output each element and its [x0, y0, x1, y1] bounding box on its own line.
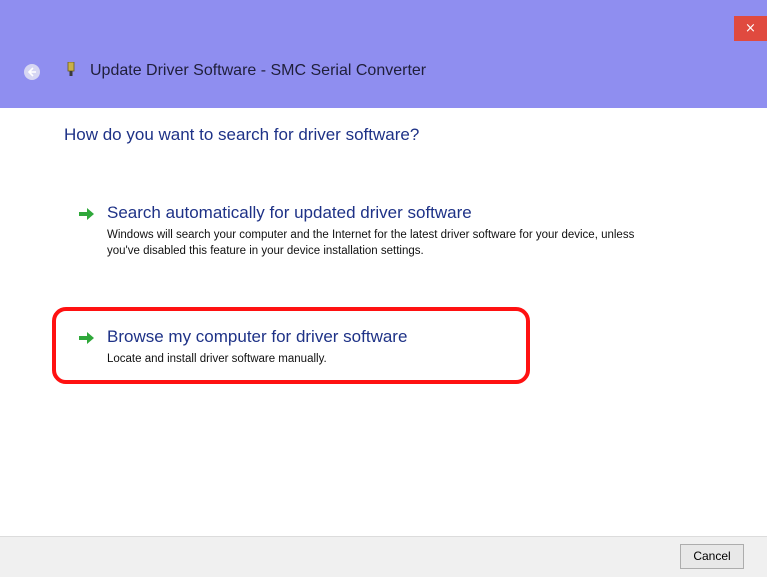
green-arrow-icon [79, 332, 94, 344]
title-bar: × [0, 0, 767, 41]
green-arrow-icon [79, 208, 94, 220]
option-title: Search automatically for updated driver … [107, 203, 472, 222]
footer-bar: Cancel [0, 536, 767, 577]
close-icon: × [745, 21, 756, 36]
wizard-content: How do you want to search for driver sof… [0, 108, 767, 536]
back-arrow-icon [27, 67, 36, 77]
close-button[interactable]: × [734, 16, 767, 41]
option-title: Browse my computer for driver software [107, 327, 408, 346]
page-heading: How do you want to search for driver sof… [64, 125, 420, 144]
usb-device-icon [67, 62, 75, 76]
back-button[interactable] [24, 64, 40, 80]
search-automatically-option[interactable]: Search automatically for updated driver … [78, 203, 698, 283]
browse-computer-option[interactable]: Browse my computer for driver software L… [78, 327, 508, 372]
wizard-header: Update Driver Software - SMC Serial Conv… [0, 41, 767, 108]
option-description: Locate and install driver software manua… [107, 353, 327, 365]
window-title: Update Driver Software - SMC Serial Conv… [90, 62, 427, 79]
cancel-button[interactable]: Cancel [680, 544, 744, 569]
option-description: Windows will search your computer and th… [107, 229, 635, 257]
